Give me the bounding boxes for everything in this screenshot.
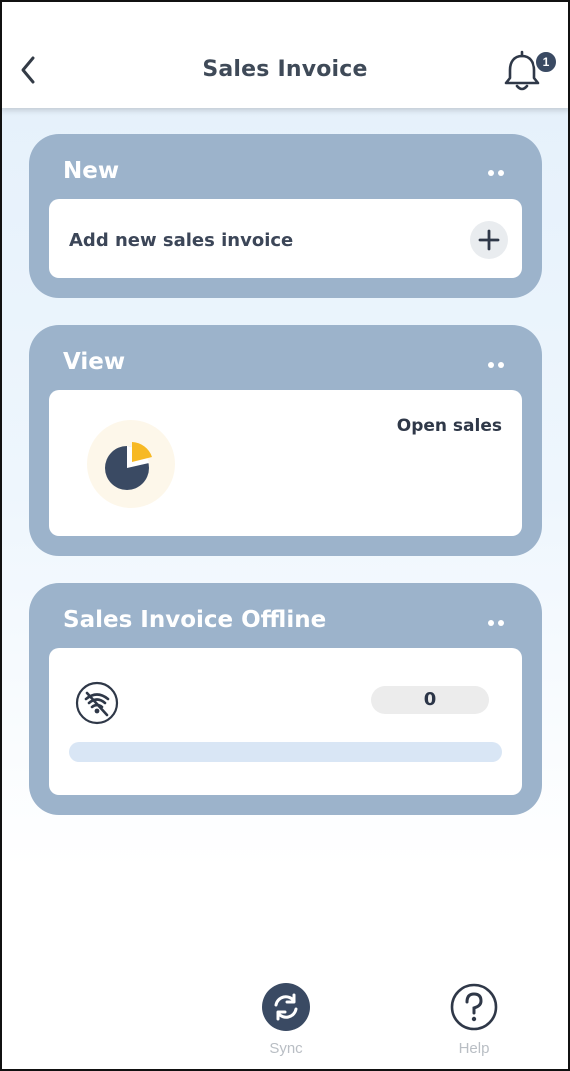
- offline-status-button[interactable]: [75, 681, 119, 725]
- more-dots-icon: [488, 620, 494, 626]
- offline-card-title: Sales Invoice Offline: [63, 607, 327, 633]
- new-card-title: New: [63, 158, 120, 184]
- help-button[interactable]: Help: [434, 982, 514, 1057]
- open-sales-tile[interactable]: Open sales: [49, 390, 522, 536]
- open-sales-label: Open sales: [396, 416, 502, 436]
- add-invoice-button[interactable]: [470, 221, 508, 259]
- offline-count-badge: 0: [371, 686, 489, 714]
- add-invoice-label: Add new sales invoice: [69, 230, 294, 251]
- more-dots-icon: [488, 362, 494, 368]
- more-dots-icon: [488, 170, 494, 176]
- pie-chart-icon: [105, 442, 152, 490]
- help-label: Help: [458, 1040, 490, 1057]
- page-title: Sales Invoice: [202, 57, 368, 82]
- offline-progress-bar: [69, 742, 502, 762]
- notification-badge: 1: [534, 50, 558, 74]
- view-card-title: View: [63, 349, 126, 375]
- new-card: New Add new sales invoice: [29, 134, 542, 298]
- app-header: Sales Invoice 1: [0, 0, 570, 108]
- view-card-menu-button[interactable]: [488, 360, 506, 370]
- view-card: View Open sales: [29, 325, 542, 556]
- offline-status-tile: 0: [49, 648, 522, 795]
- new-card-menu-button[interactable]: [488, 168, 506, 178]
- sync-icon: [262, 983, 310, 1031]
- help-icon: [450, 983, 498, 1031]
- wifi-off-icon: [75, 681, 119, 725]
- open-sales-icon-button[interactable]: [87, 420, 175, 508]
- sync-button[interactable]: Sync: [246, 982, 326, 1057]
- offline-card-menu-button[interactable]: [488, 618, 506, 628]
- sync-label: Sync: [269, 1040, 303, 1057]
- offline-card: Sales Invoice Offline 0: [29, 583, 542, 815]
- add-invoice-row[interactable]: Add new sales invoice: [49, 199, 522, 278]
- plus-icon: [478, 229, 500, 251]
